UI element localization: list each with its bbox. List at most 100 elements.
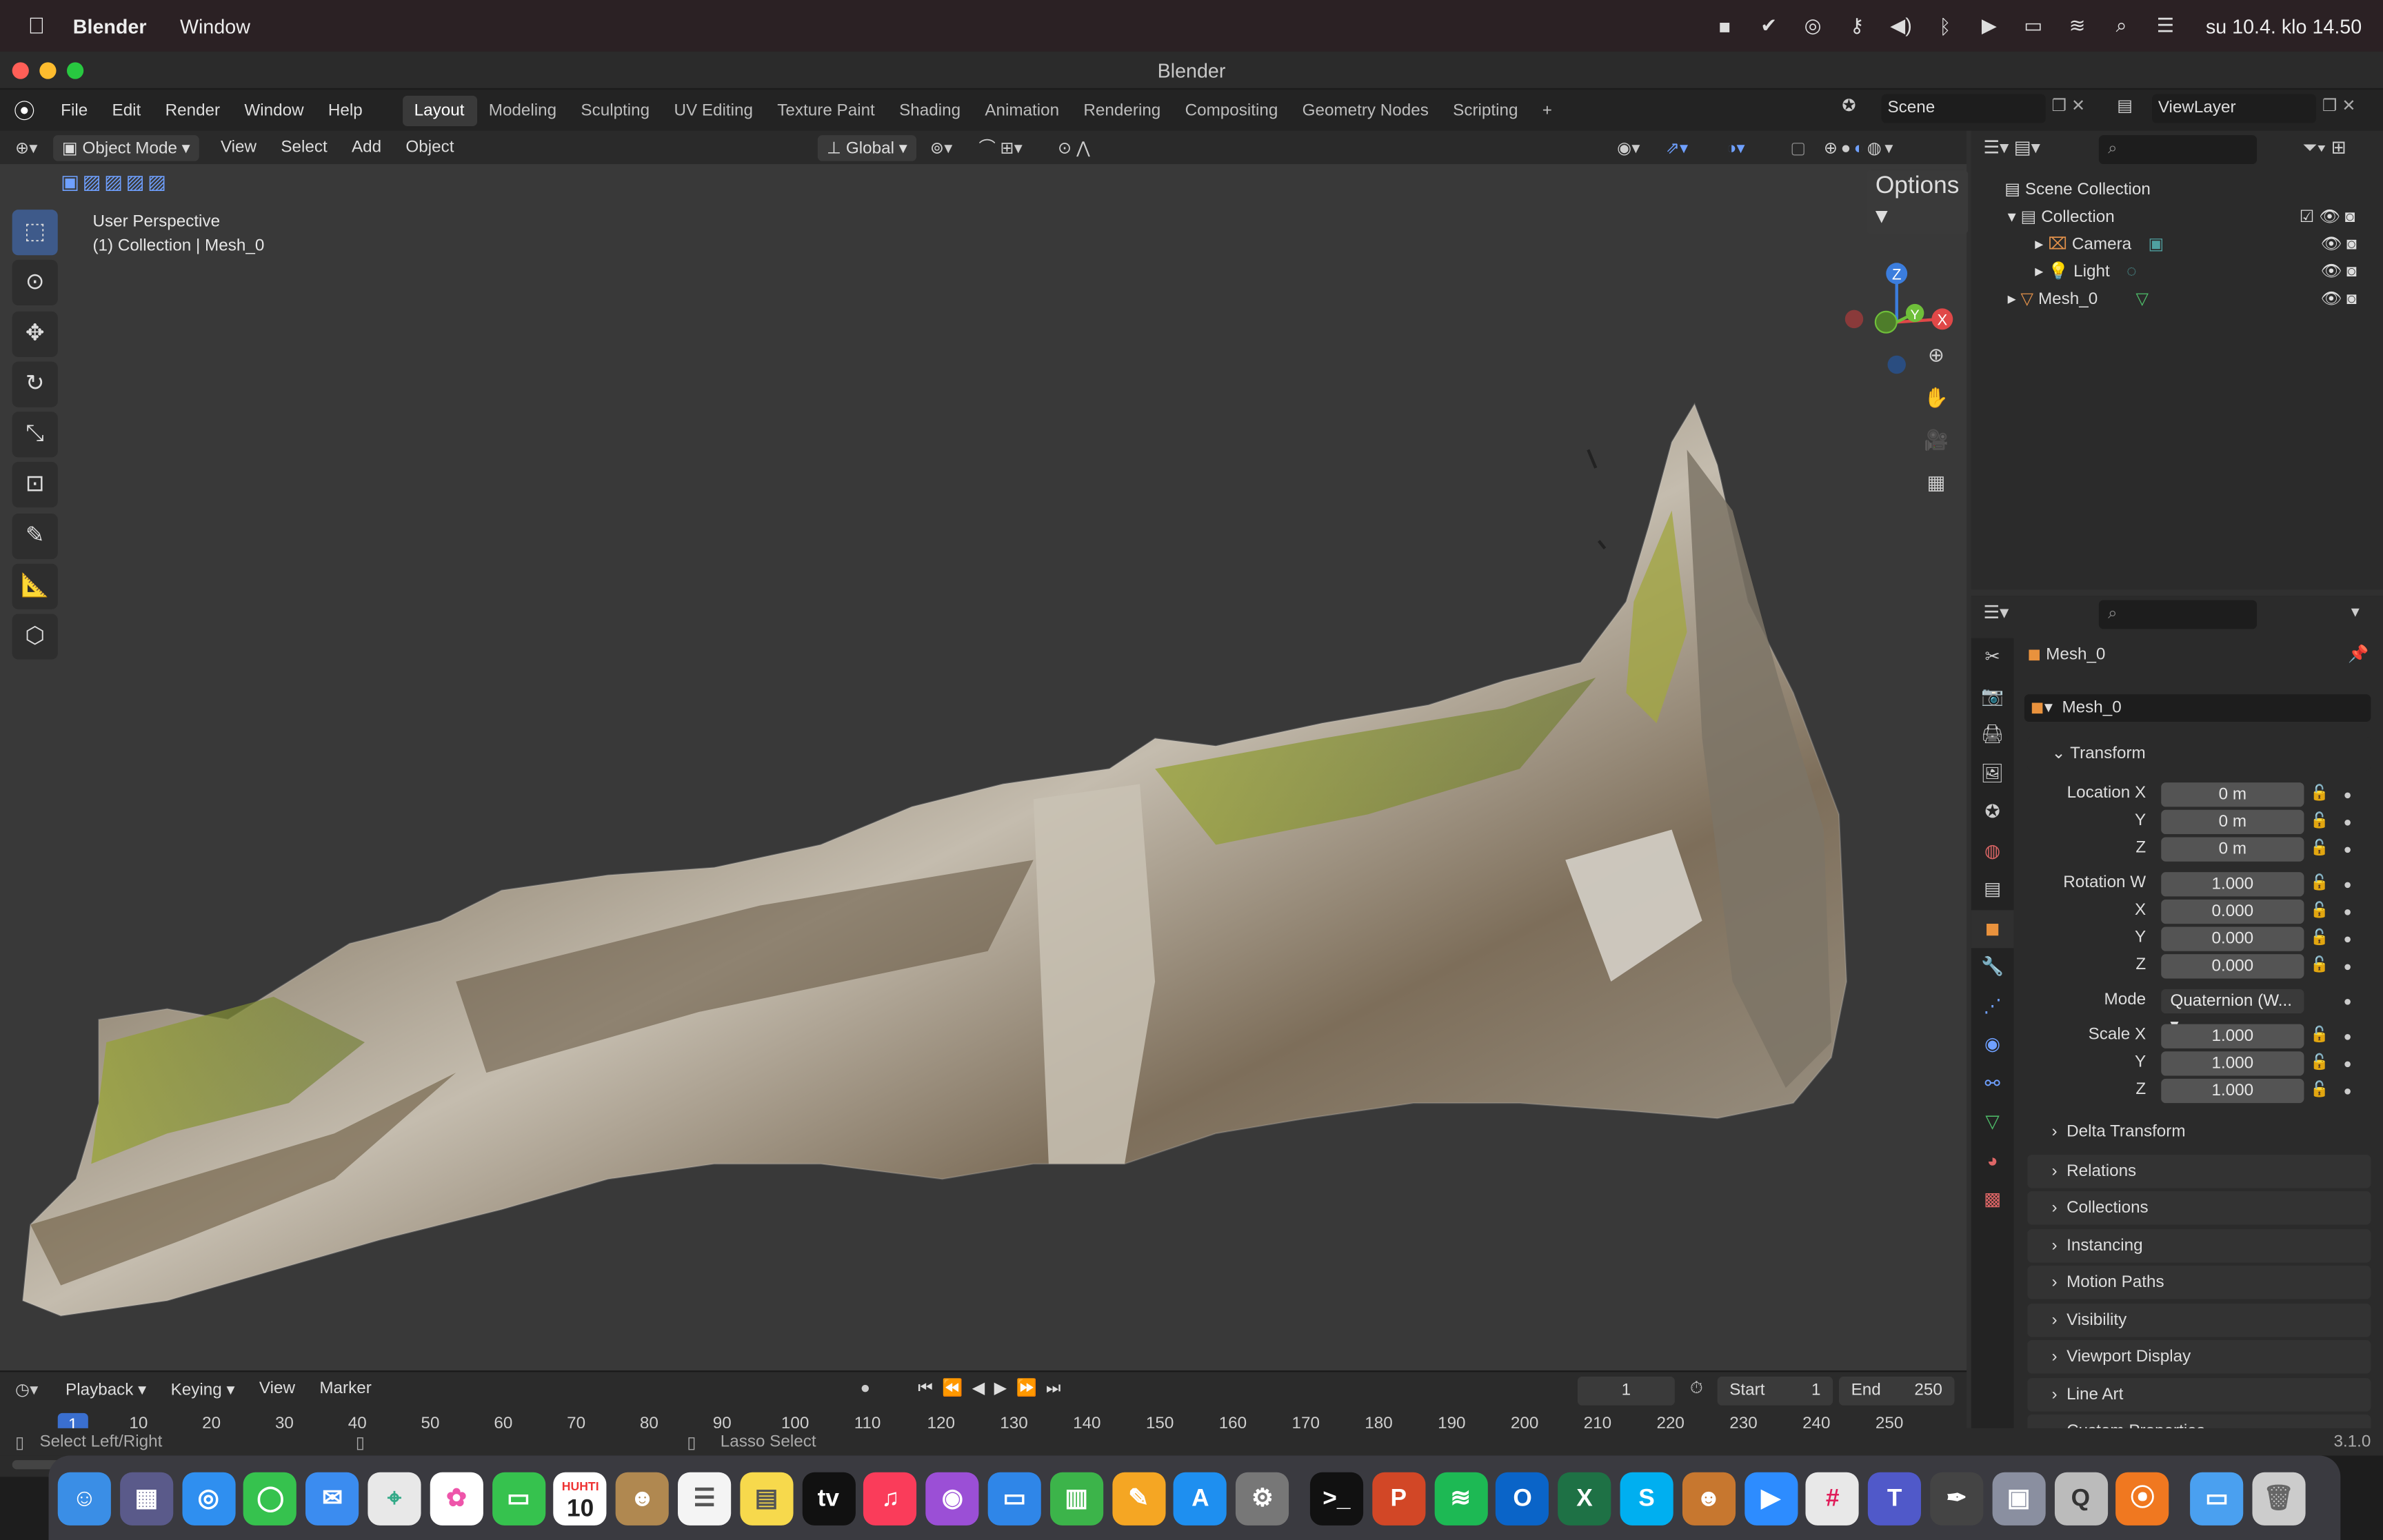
location-y-field[interactable]: 0 m bbox=[2161, 809, 2304, 835]
outlook-icon[interactable]: O bbox=[1496, 1471, 1549, 1525]
tab-scripting[interactable]: Scripting bbox=[1441, 95, 1531, 125]
video-icon[interactable]: ■ bbox=[1702, 14, 1747, 37]
lock-icon[interactable]: 🔓 bbox=[2310, 875, 2329, 892]
lock-icon[interactable]: 🔓 bbox=[2310, 1082, 2329, 1098]
outliner-search-input[interactable]: ⌕ bbox=[2098, 135, 2258, 165]
outliner-item-light[interactable]: ▸ 💡 Light ◌ bbox=[2035, 259, 2136, 286]
timeline-menu-keying[interactable]: Keying ▾ bbox=[159, 1379, 247, 1398]
volume-icon[interactable]: ◀) bbox=[1879, 14, 1923, 38]
close-window-button[interactable] bbox=[12, 62, 29, 79]
object-name-field[interactable]: ◼▾ Mesh_0 bbox=[2024, 694, 2371, 722]
keynote-icon[interactable]: ▭ bbox=[987, 1471, 1041, 1525]
lock-icon[interactable]: 🔓 bbox=[2310, 840, 2329, 857]
instancing-section-header[interactable]: › Instancing bbox=[2027, 1229, 2371, 1263]
scale-z-field[interactable]: 1.000 bbox=[2161, 1078, 2304, 1104]
collection-tab-icon[interactable]: ▤ bbox=[1971, 871, 2014, 909]
scale-y-field[interactable]: 1.000 bbox=[2161, 1051, 2304, 1076]
finder-icon[interactable]: ☺ bbox=[57, 1471, 111, 1525]
collections-section-header[interactable]: › Collections bbox=[2027, 1191, 2371, 1225]
camera-visibility-toggles[interactable]: 👁 ◙ bbox=[2321, 231, 2357, 259]
lock-icon[interactable]: 🔓 bbox=[2310, 786, 2329, 802]
outliner-item-mesh[interactable]: ▸ ▽ Mesh_0 ▽ bbox=[2008, 285, 2149, 313]
slack-icon[interactable]: # bbox=[1806, 1471, 1860, 1525]
blender-logo-icon[interactable]: ⦿ bbox=[0, 95, 49, 125]
properties-options-icon[interactable]: ▾ bbox=[2351, 602, 2360, 621]
tab-animation[interactable]: Animation bbox=[973, 95, 1072, 125]
lock-icon[interactable]: 🔓 bbox=[2310, 958, 2329, 974]
mesh-visibility-toggles[interactable]: 👁 ◙ bbox=[2321, 285, 2357, 313]
keyframe-dot-icon[interactable]: ● bbox=[2344, 1056, 2352, 1071]
stopwatch-icon[interactable]: ⏱ bbox=[1690, 1379, 1703, 1399]
quicktime-icon[interactable]: Q bbox=[2053, 1471, 2107, 1525]
rotation-x-field[interactable]: 0.000 bbox=[2161, 899, 2304, 924]
line-art-section-header[interactable]: › Line Art bbox=[2027, 1378, 2371, 1412]
wifi-icon[interactable]: ≋ bbox=[2055, 14, 2100, 38]
tab-shading[interactable]: Shading bbox=[887, 95, 972, 125]
current-frame-field[interactable]: 1 bbox=[1577, 1376, 1675, 1406]
filter-icon[interactable]: ⏷▾ ⊞ bbox=[2302, 136, 2346, 159]
delta-transform-subpanel[interactable]: › Delta Transform bbox=[2052, 1123, 2186, 1141]
outliner-collection[interactable]: ▾ ▤ Collection bbox=[2008, 203, 2115, 231]
new-scene-icon[interactable]: ❐ ✕ bbox=[2052, 96, 2086, 115]
keyframe-dot-icon[interactable]: ● bbox=[2344, 787, 2352, 802]
apple-icon[interactable]:  bbox=[0, 13, 73, 39]
teams-icon[interactable]: T bbox=[1868, 1471, 1922, 1525]
data-tab-icon[interactable]: ▽ bbox=[1971, 1103, 2014, 1142]
location-z-field[interactable]: 0 m bbox=[2161, 837, 2304, 862]
podcasts-icon[interactable]: ◉ bbox=[925, 1471, 979, 1525]
calendar-icon[interactable]: HUHTI 10 bbox=[554, 1471, 607, 1525]
world-tab-icon[interactable]: ◍ bbox=[1971, 832, 2014, 871]
maps-icon[interactable]: ⌖ bbox=[368, 1471, 421, 1525]
end-frame-field[interactable]: End 250 bbox=[1838, 1376, 1955, 1406]
tab-uv-editing[interactable]: UV Editing bbox=[662, 95, 765, 125]
pin-icon[interactable]: 📌 bbox=[2348, 645, 2369, 664]
rotation-y-field[interactable]: 0.000 bbox=[2161, 926, 2304, 951]
keyframe-dot-icon[interactable]: ● bbox=[2344, 877, 2352, 892]
folder-icon[interactable]: ▭ bbox=[2190, 1471, 2244, 1525]
scene-tab-icon[interactable]: ✪ bbox=[1971, 793, 2014, 832]
new-view-layer-icon[interactable]: ❐ ✕ bbox=[2322, 96, 2356, 115]
visibility-section-header[interactable]: › Visibility bbox=[2027, 1304, 2371, 1337]
facetime-icon[interactable]: ▭ bbox=[492, 1471, 545, 1525]
menu-render[interactable]: Render bbox=[153, 101, 232, 119]
timeline-editor-type-icon[interactable]: ◷▾ bbox=[15, 1379, 38, 1398]
record-icon[interactable]: ● bbox=[861, 1379, 871, 1397]
transform-section-header[interactable]: ⌄ Transform bbox=[2027, 736, 2371, 771]
battery-icon[interactable]: ▭ bbox=[2011, 14, 2055, 38]
constraints-tab-icon[interactable]: ⚯ bbox=[1971, 1064, 2014, 1103]
modifier-tab-icon[interactable]: 🔧 bbox=[1971, 948, 2014, 986]
output-tab-icon[interactable]: 🖨 bbox=[1971, 716, 2014, 754]
keyframe-dot-icon[interactable]: ● bbox=[2344, 904, 2352, 919]
outliner-editor-type-icon[interactable]: ☰▾ ▤▾ bbox=[1983, 136, 2040, 158]
timeline-menu-marker[interactable]: Marker bbox=[308, 1379, 384, 1397]
tab-layout[interactable]: Layout bbox=[402, 94, 477, 125]
blender-dock-icon[interactable]: ⦿ bbox=[2115, 1471, 2169, 1525]
rotation-mode-dropdown[interactable]: Quaternion (W... ▾ bbox=[2161, 989, 2304, 1035]
contacts-icon[interactable]: ☻ bbox=[616, 1471, 670, 1525]
music-icon[interactable]: ♫ bbox=[863, 1471, 917, 1525]
system-preferences-icon[interactable]: ⚙ bbox=[1236, 1471, 1289, 1525]
rotation-z-field[interactable]: 0.000 bbox=[2161, 954, 2304, 979]
collection-visibility-toggles[interactable]: ☑ 👁 ◙ bbox=[2300, 203, 2355, 231]
tab-rendering[interactable]: Rendering bbox=[1072, 95, 1173, 125]
apple-tv-icon[interactable]: tv bbox=[801, 1471, 855, 1525]
viewport-display-section-header[interactable]: › Viewport Display bbox=[2027, 1340, 2371, 1374]
start-frame-field[interactable]: Start 1 bbox=[1717, 1376, 1833, 1406]
skype-icon[interactable]: S bbox=[1620, 1471, 1673, 1525]
texture-tab-icon[interactable]: ▩ bbox=[1971, 1181, 2014, 1219]
tab-geometry-nodes[interactable]: Geometry Nodes bbox=[1290, 95, 1441, 125]
location-x-field[interactable]: 0 m bbox=[2161, 782, 2304, 807]
relations-section-header[interactable]: › Relations bbox=[2027, 1155, 2371, 1188]
physics-tab-icon[interactable]: ◉ bbox=[1971, 1026, 2014, 1064]
light-visibility-toggles[interactable]: 👁 ◙ bbox=[2321, 259, 2357, 286]
minimize-window-button[interactable] bbox=[39, 62, 57, 79]
timeline-menu-view[interactable]: View bbox=[247, 1379, 307, 1397]
menu-window[interactable]: Window bbox=[232, 101, 316, 119]
lock-icon[interactable]: 🔓 bbox=[2310, 813, 2329, 829]
messages-icon[interactable]: ◯ bbox=[243, 1471, 297, 1525]
outliner-scene-collection[interactable]: ▤ Scene Collection bbox=[2004, 176, 2151, 204]
keyframe-dot-icon[interactable]: ● bbox=[2344, 959, 2352, 974]
vpn-globe-icon[interactable]: ◎ bbox=[1791, 14, 1835, 38]
lock-icon[interactable]: 🔓 bbox=[2310, 902, 2329, 919]
keyframe-dot-icon[interactable]: ● bbox=[2344, 993, 2352, 1009]
